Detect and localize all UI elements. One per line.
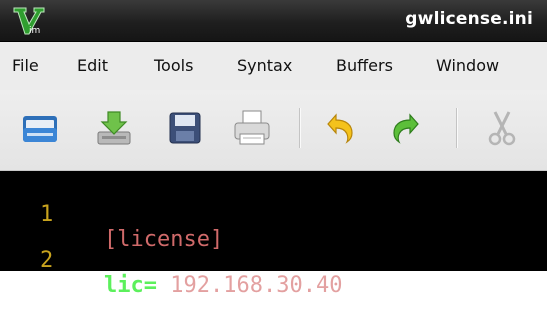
line-number: 2 (40, 248, 54, 273)
menu-buffers[interactable]: Buffers (336, 56, 393, 75)
menu-window[interactable]: Window (436, 56, 499, 75)
window-title: gwlicense.ini (405, 9, 533, 29)
menu-file[interactable]: File (12, 56, 39, 75)
editor-line: 2 lic="192.168.30.40" (0, 223, 356, 298)
print-icon[interactable] (230, 106, 274, 150)
save-download-icon[interactable] (92, 106, 136, 150)
title-bar: im gwlicense.ini (0, 0, 547, 42)
quote-close: " (342, 273, 356, 298)
menu-edit[interactable]: Edit (77, 56, 108, 75)
vim-logo-icon: im (13, 7, 45, 36)
text-editor[interactable]: 1 [license] 2 lic="192.168.30.40" (0, 171, 547, 298)
save-disk-icon[interactable] (163, 106, 207, 150)
menu-bar: File Edit Tools Syntax Buffers Window (0, 42, 547, 90)
section-header: [license] (104, 227, 224, 252)
redo-icon[interactable] (384, 106, 428, 150)
quote-open: " (157, 273, 171, 298)
svg-text:im: im (29, 26, 40, 36)
menu-tools[interactable]: Tools (154, 56, 193, 75)
open-folder-icon[interactable] (18, 106, 62, 150)
config-key: lic (104, 273, 144, 298)
menu-syntax[interactable]: Syntax (237, 56, 292, 75)
editor-line: 1 [license] (0, 177, 223, 252)
equals-sign: = (143, 273, 157, 298)
toolbar-separator (456, 108, 458, 148)
cut-scissors-icon[interactable] (480, 106, 524, 150)
toolbar-separator (299, 108, 301, 148)
undo-icon[interactable] (318, 106, 362, 150)
toolbar (0, 90, 547, 171)
key-value-line: lic="192.168.30.40" (104, 273, 356, 298)
config-value: 192.168.30.40 (170, 273, 343, 298)
